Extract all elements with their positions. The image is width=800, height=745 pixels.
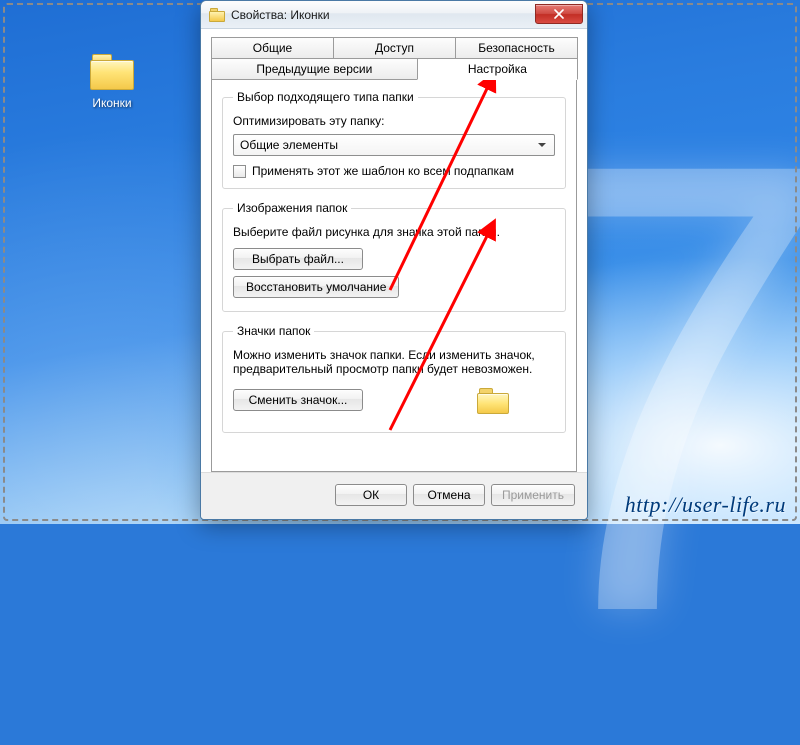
group-folder-images-legend: Изображения папок <box>233 201 351 215</box>
tab-strip: Общие Доступ Безопасность Предыдущие вер… <box>201 29 587 80</box>
tab-previous-versions[interactable]: Предыдущие версии <box>211 59 418 80</box>
apply-subfolders-checkbox[interactable] <box>233 165 246 178</box>
group-folder-icons: Значки папок Можно изменить значок папки… <box>222 324 566 433</box>
tab-panel-customize: Выбор подходящего типа папки Оптимизиров… <box>211 80 577 472</box>
group-folder-images: Изображения папок Выберите файл рисунка … <box>222 201 566 312</box>
folder-icon-preview <box>477 388 509 414</box>
folder-icons-desc: Можно изменить значок папки. Если измени… <box>233 348 555 376</box>
optimize-combo-value: Общие элементы <box>240 138 338 152</box>
apply-button[interactable]: Применить <box>491 484 575 506</box>
optimize-label: Оптимизировать эту папку: <box>233 114 555 128</box>
desktop-folder-shortcut[interactable]: Иконки <box>74 52 150 110</box>
change-icon-button[interactable]: Сменить значок... <box>233 389 363 411</box>
dialog-footer: ОК Отмена Применить <box>201 472 587 519</box>
choose-file-button[interactable]: Выбрать файл... <box>233 248 363 270</box>
titlebar[interactable]: Свойства: Иконки <box>201 1 587 29</box>
desktop-folder-label: Иконки <box>74 96 150 110</box>
folder-icon <box>88 52 136 92</box>
tab-sharing[interactable]: Доступ <box>333 37 456 59</box>
chevron-down-icon <box>538 143 546 147</box>
watermark: http://user-life.ru <box>625 492 786 518</box>
folder-images-desc: Выберите файл рисунка для значка этой па… <box>233 225 555 239</box>
cancel-button[interactable]: Отмена <box>413 484 485 506</box>
close-button[interactable] <box>535 4 583 24</box>
group-folder-icons-legend: Значки папок <box>233 324 314 338</box>
tab-customize[interactable]: Настройка <box>417 59 578 80</box>
ok-button[interactable]: ОК <box>335 484 407 506</box>
close-icon <box>554 9 564 19</box>
tab-general[interactable]: Общие <box>211 37 334 59</box>
tab-security[interactable]: Безопасность <box>455 37 578 59</box>
folder-icon <box>209 8 225 22</box>
optimize-combo[interactable]: Общие элементы <box>233 134 555 156</box>
group-folder-type-legend: Выбор подходящего типа папки <box>233 90 418 104</box>
restore-default-button[interactable]: Восстановить умолчание <box>233 276 399 298</box>
group-folder-type: Выбор подходящего типа папки Оптимизиров… <box>222 90 566 189</box>
window-title: Свойства: Иконки <box>231 8 529 22</box>
properties-dialog: Свойства: Иконки Общие Доступ Безопаснос… <box>200 0 588 520</box>
apply-subfolders-label: Применять этот же шаблон ко всем подпапк… <box>252 164 514 178</box>
